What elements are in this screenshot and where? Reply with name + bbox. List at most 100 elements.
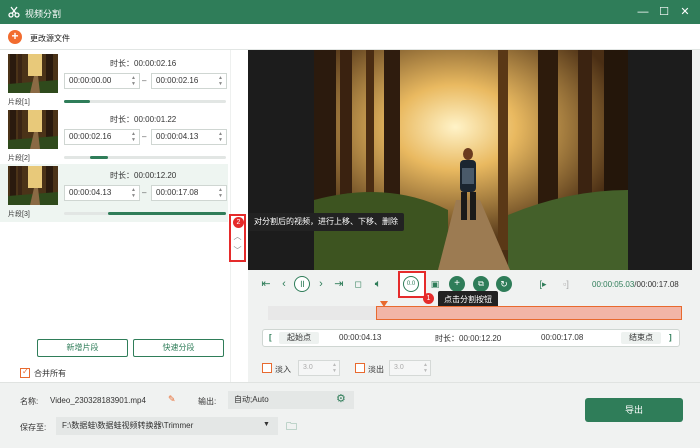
segment-label: 片段[1] (8, 99, 30, 106)
spinner-icon[interactable]: ▲ ▼ (131, 187, 136, 199)
segment-end-input[interactable]: 00:00:17.08 ▲ ▼ (151, 185, 227, 201)
mark-end-icon[interactable]: ▫] (559, 276, 573, 292)
merge-all-label: 合并所有 (34, 369, 66, 378)
fade-out-label: 淡出 (368, 365, 384, 374)
add-segment-button[interactable]: 新增片段 (37, 339, 128, 357)
next-frame-icon[interactable]: › (316, 276, 326, 292)
segment-progress-track (64, 212, 226, 215)
end-bracket: ] (669, 333, 672, 342)
playhead-marker[interactable] (379, 301, 388, 307)
toolbar: + 更改源文件 (0, 24, 700, 50)
chevron-down-icon[interactable]: ▼ (263, 421, 270, 428)
spinner-icon[interactable]: ▲ ▼ (131, 75, 136, 87)
skip-start-icon[interactable]: ⇤ (260, 276, 272, 292)
segment-start-input[interactable]: 00:00:04.13 ▲ ▼ (64, 185, 140, 201)
segment-label: 片段[3] (8, 211, 30, 218)
segment-thumbnail (8, 110, 58, 149)
range-dash: – (142, 188, 147, 197)
output-label: 输出: (198, 397, 217, 406)
segment-duration: 时长：00:00:02.16 (110, 59, 177, 68)
export-button[interactable]: 导出 (585, 398, 683, 422)
timeline-selection[interactable] (375, 306, 682, 320)
range-dash: – (142, 132, 147, 141)
volume-icon[interactable]: 🔈︎ (372, 276, 384, 292)
segment-item-2[interactable]: 片段[2] 时长：00:00:01.22 00:00:02.16 ▲ ▼ – 00:… (0, 108, 228, 166)
start-bracket: [ (269, 333, 272, 342)
segment-thumbnail (8, 166, 58, 205)
spinner-icon[interactable]: ▲ ▼ (218, 75, 223, 87)
segment-end-input[interactable]: 00:00:04.13 ▲ ▼ (151, 129, 227, 145)
fade-out-input[interactable]: 3.0 ▲ ▼ (389, 360, 431, 376)
step-badge-1: 1 (423, 293, 434, 304)
copy-icon[interactable]: ⧉ (473, 276, 489, 292)
segment-progress-fill (89, 156, 108, 159)
pause-icon[interactable]: ॥ (294, 276, 310, 292)
split-button[interactable]: 0.0 (403, 276, 419, 292)
name-label: 名称: (20, 397, 39, 406)
segment-end-input[interactable]: 00:00:02.16 ▲ ▼ (151, 73, 227, 89)
segment-start-input[interactable]: 00:00:00.00 ▲ ▼ (64, 73, 140, 89)
fade-out-checkbox[interactable] (355, 363, 365, 373)
save-to-label: 保存至: (20, 423, 47, 432)
change-source-button[interactable]: 更改源文件 (30, 33, 70, 44)
range-start-value[interactable]: 00:00:04.13 (339, 333, 381, 342)
fade-in-checkbox[interactable] (262, 363, 272, 373)
current-time: 00:00:05.03 (592, 280, 635, 289)
segment-item-3[interactable]: 片段[3] 时长：00:00:12.20 00:00:04.13 ▲ ▼ – 00:… (0, 164, 228, 222)
move-down-icon[interactable]: ﹀ (231, 244, 244, 258)
spinner-icon[interactable]: ▲ ▼ (218, 187, 223, 199)
stop-icon[interactable]: ◻ (352, 276, 364, 292)
skip-end-icon[interactable]: ⇥ (333, 276, 345, 292)
edit-name-icon[interactable]: ✎ (168, 394, 176, 405)
fade-in-input[interactable]: 3.0 ▲ ▼ (298, 360, 340, 376)
close-button[interactable]: ✕ (678, 5, 692, 19)
video-frame (248, 50, 692, 270)
range-end-value[interactable]: 00:00:17.08 (541, 333, 583, 342)
range-editor: [ 起始点 00:00:04.13 时长：00:00:12.20 00:00:1… (262, 329, 680, 347)
spinner-icon[interactable]: ▲ ▼ (131, 131, 136, 143)
folder-icon[interactable]: 🗀 (286, 418, 297, 437)
snapshot-icon[interactable]: ▣ (428, 276, 442, 292)
title-bar: 视频分割 — ☐ ✕ (0, 0, 700, 24)
file-name: Video_230328183901.mp4 (50, 396, 146, 405)
quick-split-button[interactable]: 快速分段 (133, 339, 224, 357)
segment-thumbnail (8, 54, 58, 93)
video-preview[interactable] (248, 50, 692, 270)
range-dash: – (142, 76, 147, 85)
total-time: /00:00:17.08 (634, 280, 679, 289)
merge-all-checkbox[interactable] (20, 367, 30, 378)
move-hint-tooltip: 对分割后的视频，进行上移、下移、删除 (248, 213, 404, 231)
spinner-icon[interactable]: ▲ ▼ (218, 131, 223, 143)
segment-progress-fill (64, 100, 90, 103)
segment-progress-track (64, 100, 226, 103)
set-end-button[interactable]: 结束点 (621, 332, 661, 344)
reset-icon[interactable]: ↻ (496, 276, 512, 292)
minimize-button[interactable]: — (636, 5, 650, 19)
segment-progress-fill (107, 212, 226, 215)
settings-gear-icon[interactable]: ⚙ (336, 392, 346, 405)
fade-in-label: 淡入 (275, 365, 291, 374)
move-up-icon[interactable]: ︿ (231, 230, 244, 244)
add-icon[interactable]: + (449, 276, 465, 292)
window-title: 视频分割 (25, 9, 62, 19)
save-path-field[interactable]: F:\数据蛙\数据蛙视频转换器\Trimmer (56, 417, 278, 435)
spinner-icon[interactable]: ▲ ▼ (332, 362, 337, 374)
range-duration: 时长：00:00:12.20 (435, 334, 502, 343)
add-icon[interactable]: + (8, 30, 22, 44)
segment-start-input[interactable]: 00:00:02.16 ▲ ▼ (64, 129, 140, 145)
scissors-logo-icon (8, 6, 20, 18)
segment-list: 片段[1] 时长：00:00:02.16 00:00:00.00 ▲ ▼ – 00:… (0, 50, 248, 382)
segment-duration: 时长：00:00:01.22 (110, 115, 177, 124)
segment-label: 片段[2] (8, 155, 30, 162)
segment-duration: 时长：00:00:12.20 (110, 171, 177, 180)
spinner-icon[interactable]: ▲ ▼ (423, 362, 428, 374)
timeline-track[interactable] (268, 301, 682, 320)
set-start-button[interactable]: 起始点 (279, 332, 319, 344)
mark-start-icon[interactable]: [▸ (536, 276, 550, 292)
time-display: 00:00:05.03/00:00:17.08 (592, 280, 679, 289)
step-badge-2: 2 (233, 217, 244, 228)
segment-progress-track (64, 156, 226, 159)
prev-frame-icon[interactable]: ‹ (279, 276, 289, 292)
maximize-button[interactable]: ☐ (657, 5, 671, 19)
segment-item-1[interactable]: 片段[1] 时长：00:00:02.16 00:00:00.00 ▲ ▼ – 00:… (0, 52, 228, 110)
